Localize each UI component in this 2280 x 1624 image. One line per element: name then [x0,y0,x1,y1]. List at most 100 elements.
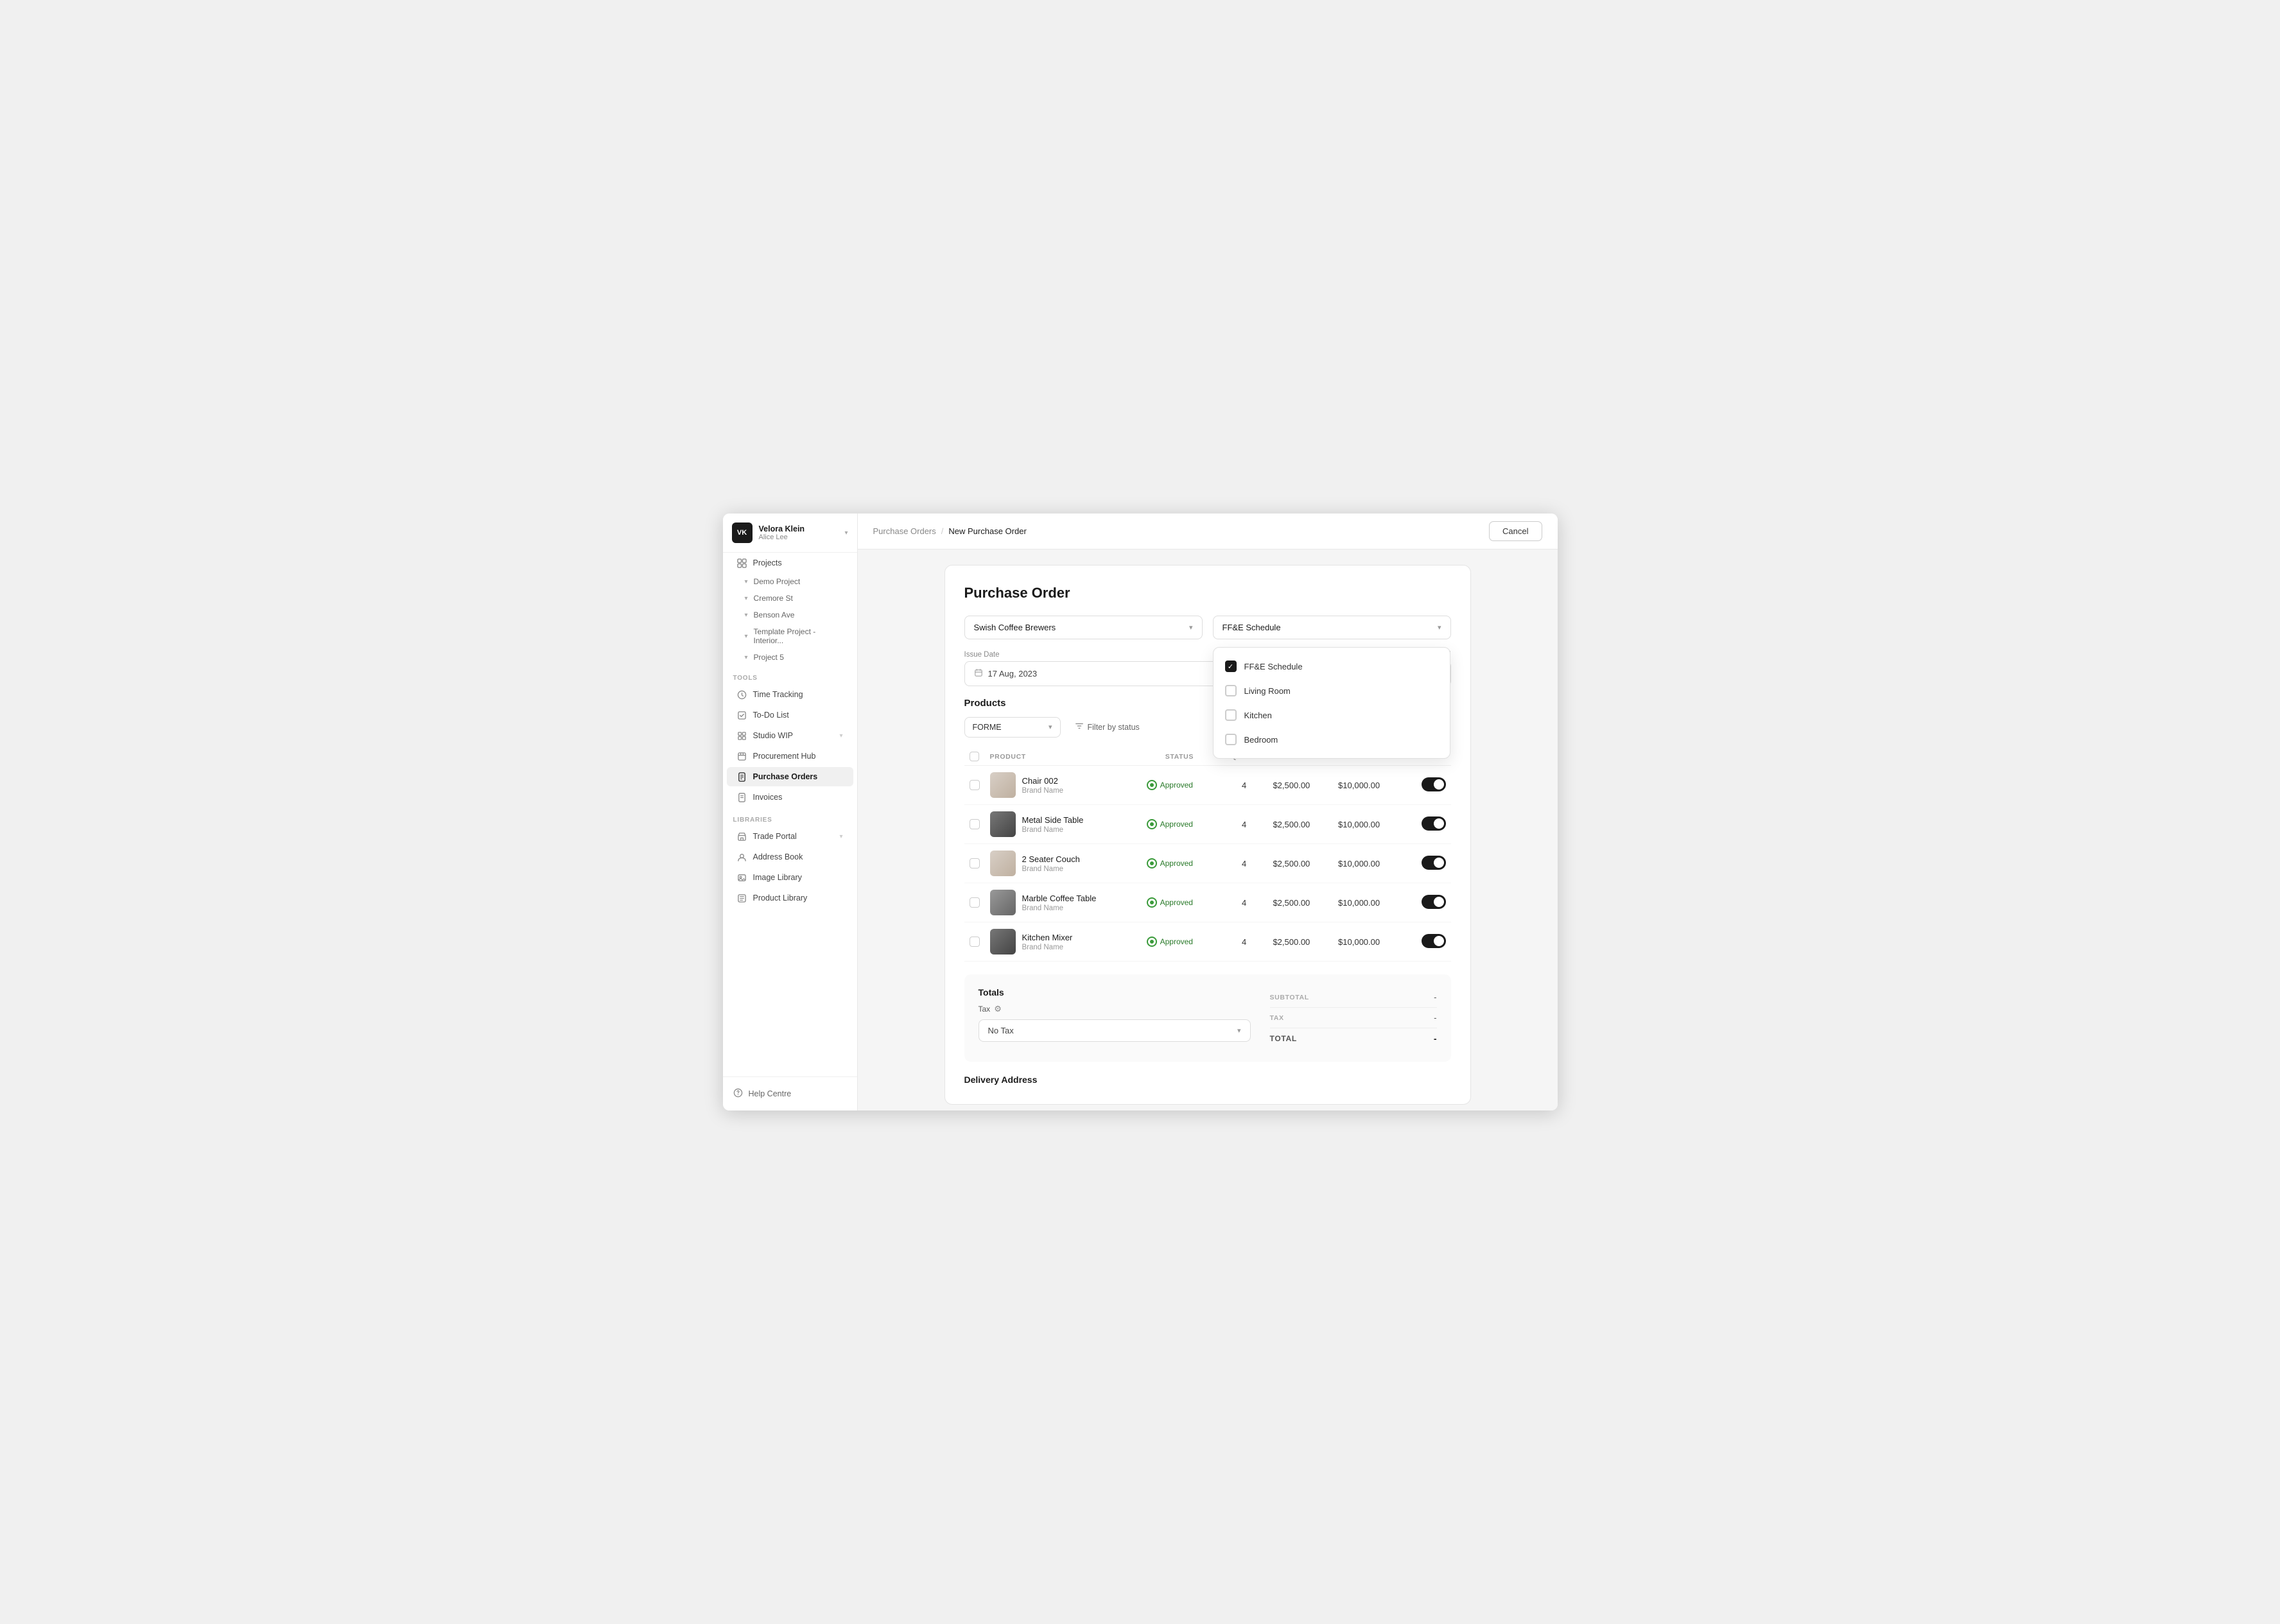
status-text-1: Approved [1160,820,1193,829]
sidebar: VK Velora Klein Alice Lee ▾ Projects ▾ D… [723,514,858,1110]
row-checkbox-3[interactable] [970,897,980,908]
row-taxable-cell [1385,883,1450,922]
sidebar-item-image-library[interactable]: Image Library [727,868,853,887]
grid-icon [737,730,747,741]
user-menu[interactable]: VK Velora Klein Alice Lee ▾ [723,514,857,553]
row-total-cell: $10,000.00 [1315,922,1385,962]
taxable-toggle-1[interactable] [1422,816,1446,831]
status-text-0: Approved [1160,781,1193,790]
row-product-cell: Kitchen Mixer Brand Name [985,922,1142,962]
row-status-cell: Approved [1142,883,1218,922]
collapse-icon: ▾ [745,633,748,640]
breadcrumb-separator: / [941,526,944,536]
sidebar-item-time-tracking[interactable]: Time Tracking [727,685,853,704]
chevron-down-icon: ▾ [844,530,848,537]
sidebar-item-todo[interactable]: To-Do List [727,705,853,725]
row-qty-cell: 4 [1217,922,1251,962]
sidebar-item-demo-project[interactable]: ▾ Demo Project [727,574,853,589]
schedule-select[interactable]: FF&E Schedule ▾ ✓ FF&E Schedule Living R… [1213,616,1451,639]
tax-select-arrow: ▾ [1237,1026,1241,1035]
schedule-option-ffne[interactable]: ✓ FF&E Schedule [1214,654,1450,678]
vendor-select[interactable]: Swish Coffee Brewers ▾ [964,616,1203,639]
breadcrumb-parent[interactable]: Purchase Orders [873,526,936,536]
filter-status-button[interactable]: Filter by status [1068,716,1146,738]
row-status-cell: Approved [1142,844,1218,883]
schedule-checkbox-ffne: ✓ [1225,661,1237,672]
taxable-toggle-2[interactable] [1422,856,1446,870]
sidebar-item-cremore[interactable]: ▾ Cremore St [727,591,853,606]
sidebar-item-studio-wip[interactable]: Studio WIP ▾ [727,726,853,745]
row-taxable-cell [1385,805,1450,844]
row-checkbox-4[interactable] [970,937,980,947]
taxable-toggle-0[interactable] [1422,777,1446,791]
schedule-option-ffne-label: FF&E Schedule [1244,662,1303,671]
chevron-icon: ▾ [839,732,842,739]
row-check-cell [964,883,985,922]
tools-section-label: TOOLS [723,666,857,684]
sidebar-item-project5[interactable]: ▾ Project 5 [727,650,853,665]
row-check-cell [964,766,985,805]
row-total-cell: $10,000.00 [1315,805,1385,844]
taxable-toggle-3[interactable] [1422,895,1446,909]
row-cost-cell: $2,500.00 [1251,766,1315,805]
sidebar-item-address-book[interactable]: Address Book [727,847,853,867]
filter-icon [1075,721,1084,732]
tax-value: - [1434,1013,1436,1023]
status-dot-0 [1147,780,1157,790]
settings-icon[interactable]: ⚙ [994,1004,1002,1014]
filter-select-value: FORME [973,723,1002,732]
product-cell-name-4: Kitchen Mixer Brand Name [990,929,1136,955]
row-check-cell [964,805,985,844]
sidebar-item-benson[interactable]: ▾ Benson Ave [727,607,853,623]
sidebar-item-product-library[interactable]: Product Library [727,888,853,908]
schedule-option-living[interactable]: Living Room [1214,678,1450,703]
sidebar-item-invoices[interactable]: Invoices [727,788,853,807]
row-cost-cell: $2,500.00 [1251,844,1315,883]
schedule-dropdown: ✓ FF&E Schedule Living Room Kitchen [1213,647,1450,759]
sidebar-item-procurement[interactable]: Procurement Hub [727,747,853,766]
row-checkbox-2[interactable] [970,858,980,868]
product-name-1: Metal Side Table [1022,815,1084,825]
row-checkbox-1[interactable] [970,819,980,829]
sidebar-item-projects[interactable]: Projects [727,553,853,573]
schedule-option-kitchen[interactable]: Kitchen [1214,703,1450,727]
schedule-checkbox-living [1225,685,1237,696]
row-checkbox-0[interactable] [970,780,980,790]
status-badge-4: Approved [1147,937,1213,947]
vendor-dropdown-arrow: ▾ [1189,623,1193,632]
status-badge-0: Approved [1147,780,1213,790]
delivery-section: Delivery Address [964,1075,1451,1085]
help-centre-link[interactable]: Help Centre [733,1084,847,1104]
th-status: STATUS [1142,748,1218,766]
table-row: Chair 002 Brand Name Approved 4 $2,500.0… [964,766,1451,805]
taxable-toggle-4[interactable] [1422,934,1446,948]
sidebar-item-trade-portal[interactable]: Trade Portal ▾ [727,827,853,846]
status-dot-3 [1147,897,1157,908]
row-qty-cell: 4 [1217,883,1251,922]
cancel-button[interactable]: Cancel [1489,521,1542,541]
box-icon [737,751,747,761]
row-total-cell: $10,000.00 [1315,883,1385,922]
row-cost-cell: $2,500.00 [1251,922,1315,962]
select-all-checkbox[interactable] [970,752,979,761]
sidebar-item-purchase-orders[interactable]: Purchase Orders [727,767,853,786]
chevron-icon: ▾ [839,833,842,840]
product-thumb-3 [990,890,1016,915]
product-name-0: Chair 002 [1022,776,1064,786]
status-text-4: Approved [1160,937,1193,946]
image-library-label: Image Library [753,873,843,882]
row-check-cell [964,922,985,962]
table-row: Metal Side Table Brand Name Approved 4 $… [964,805,1451,844]
product-name-4: Kitchen Mixer [1022,933,1073,942]
schedule-option-living-label: Living Room [1244,686,1291,696]
sidebar-item-template[interactable]: ▾ Template Project - Interior... [727,624,853,648]
status-text-3: Approved [1160,898,1193,907]
row-qty-cell: 4 [1217,805,1251,844]
contacts-icon [737,852,747,862]
subtotal-value: - [1434,992,1436,1002]
tax-select[interactable]: No Tax ▾ [979,1019,1251,1042]
schedule-option-bedroom[interactable]: Bedroom [1214,727,1450,752]
filter-select[interactable]: FORME ▾ [964,717,1061,738]
total-value: - [1434,1033,1437,1044]
clock-icon [737,689,747,700]
